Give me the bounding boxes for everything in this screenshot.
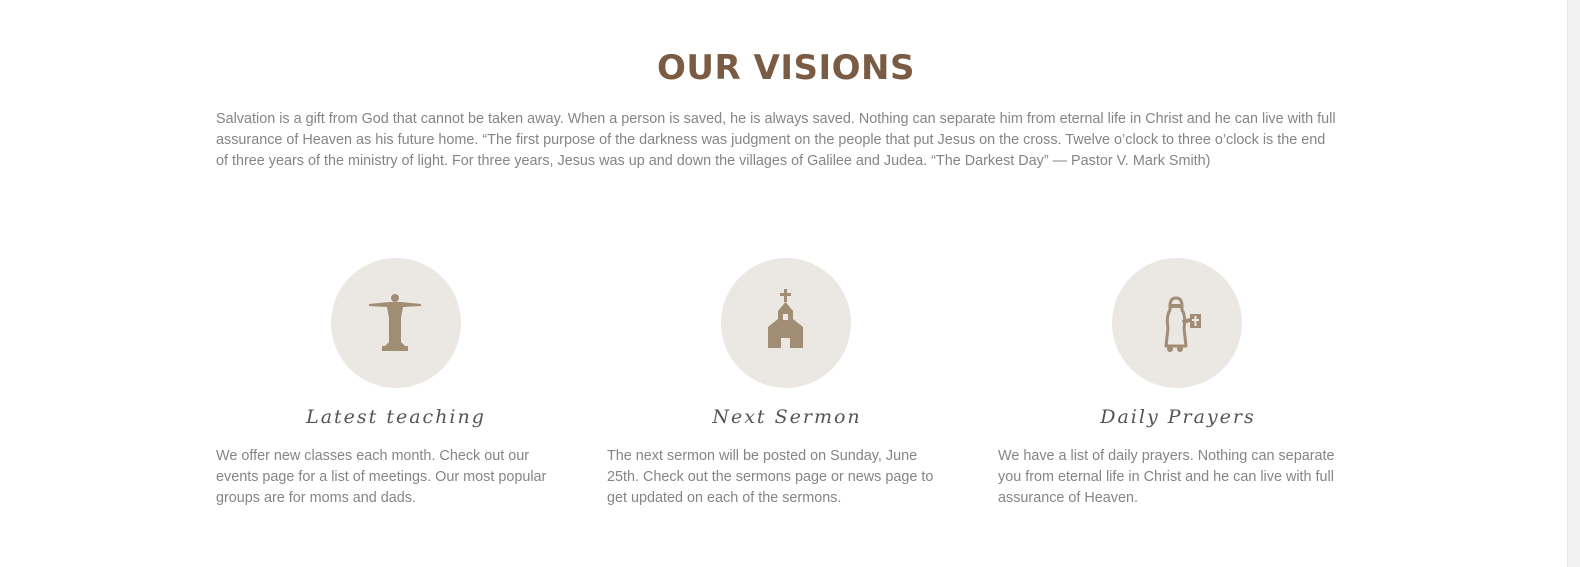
feature-icon-circle <box>331 258 461 388</box>
page-scrollbar-edge <box>1567 0 1580 567</box>
praying-figure-with-bible-icon <box>1164 296 1201 352</box>
feature-title: Daily Prayers <box>1100 406 1256 428</box>
section-intro: Salvation is a gift from God that cannot… <box>216 111 1336 169</box>
feature-text: We offer new classes each month. Check o… <box>216 448 547 506</box>
feature-icon-circle <box>721 258 851 388</box>
section-title: OUR VISIONS <box>657 48 915 88</box>
feature-title: Latest teaching <box>306 406 486 428</box>
church-icon <box>768 289 803 348</box>
feature-title: Next Sermon <box>712 406 862 428</box>
christ-statue-icon <box>369 294 421 351</box>
feature-icon-circle <box>1112 258 1242 388</box>
feature-text: The next sermon will be posted on Sunday… <box>607 448 934 506</box>
feature-text: We have a list of daily prayers. Nothing… <box>998 448 1335 506</box>
